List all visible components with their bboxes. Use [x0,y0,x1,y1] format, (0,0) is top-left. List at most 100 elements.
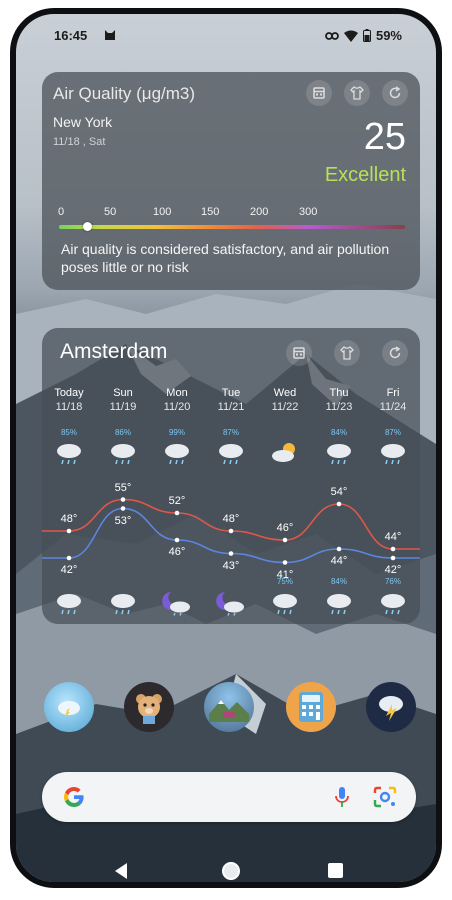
low-temp-line-point [282,560,288,565]
partly-cloudy-icon [272,443,295,462]
recents-button[interactable] [328,863,343,878]
weather-cloud-app-icon[interactable] [44,682,94,732]
night-icon-wrap [53,590,85,616]
shirt-icon [340,346,354,360]
navigation-bar [16,858,436,882]
google-search-bar[interactable] [42,772,416,822]
phone-frame: 16:45 59% Air Quality (μg/m3) New York 1… [10,8,442,888]
day-precip: 84% [330,428,347,437]
day-name: Tue [221,387,241,399]
day-precip: 85% [60,428,77,437]
air-quality-scale: 0 50 100 150 200 300 [58,206,408,220]
low-temp-label: 41° [276,568,294,581]
scale-tick: 200 [250,206,269,218]
air-quality-widget[interactable]: Air Quality (μg/m3) New York 11/18 , Sat… [42,72,420,290]
day-name: Thu [329,387,349,399]
high-temp-label: 48° [222,513,240,525]
high-temp-line-point [336,501,342,507]
weather-city: Amsterdam [60,340,168,363]
rain-icon [165,444,189,465]
day-date: 11/24 [379,401,407,413]
status-bar: 16:45 59% [16,28,436,46]
night-icon-wrap [377,590,409,616]
google-g-icon [64,787,84,807]
day-icon-wrap [323,440,355,466]
low-temp-line-point [228,551,234,556]
day-icon-wrap [161,440,193,466]
calendar-icon [293,347,305,359]
high-temp-label: 46° [276,522,294,534]
low-temp-label: 43° [222,559,240,572]
weather-forecast-widget[interactable]: Amsterdam Today 11/18 85% Sun 11/19 86% Mon 11/… [42,328,420,624]
low-temp-line-point [336,546,342,552]
calendar-button[interactable] [286,340,312,366]
rain-icon [381,594,405,615]
status-icons: 59% [325,28,402,43]
day-precip: 87% [222,428,239,437]
microphone-icon[interactable] [330,785,354,809]
day-precip: 99% [168,428,185,437]
air-quality-date: 11/18 , Sat [53,136,106,148]
low-temp-label: 42° [384,564,402,576]
day-icon-wrap [107,440,139,466]
rain-icon [111,444,135,465]
moon-cloud-icon [216,592,244,616]
day-name: Today [54,387,84,399]
refresh-button[interactable] [382,340,408,366]
refresh-button[interactable] [382,80,408,106]
night-icon-wrap [215,590,247,616]
high-temp-label: 55° [114,481,132,494]
forecast-day-4: Wed 11/22 [260,386,310,414]
scale-tick: 300 [299,206,318,218]
low-temp-line-point [66,555,72,561]
air-quality-marker [82,222,92,231]
day-date: 11/20 [163,401,191,413]
shirt-icon [350,86,364,100]
calendar-button[interactable] [306,80,332,106]
temperature-chart [42,497,420,565]
day-icon-wrap [377,440,409,466]
night-icon-wrap [269,590,301,616]
low-temp-line-point [174,537,180,543]
night-icon-wrap [323,590,355,616]
high-temp-line-point [120,497,126,502]
day-date: 11/19 [109,401,137,413]
thunderstorm-app-icon[interactable] [366,682,416,732]
battery-icon [362,29,371,42]
landscape-app-icon[interactable] [204,682,254,732]
lens-icon[interactable] [372,785,398,809]
rain-icon [327,594,351,615]
back-icon[interactable] [113,862,129,880]
day-icon-wrap [269,440,301,466]
rain-icon [111,594,135,615]
calculator-app-icon[interactable] [286,682,336,732]
home-button[interactable] [222,862,240,880]
scale-tick: 50 [104,206,117,218]
bear-app-icon[interactable] [124,682,174,732]
high-temp-label: 52° [168,495,186,507]
notification-cat-icon [105,30,115,40]
outfit-button[interactable] [334,340,360,366]
low-temp-label: 46° [168,546,186,558]
rain-icon [57,444,81,465]
outfit-button[interactable] [344,80,370,106]
forecast-day-0: Today 11/18 [44,386,94,414]
day-date: 11/23 [325,401,353,413]
rain-icon [219,444,243,465]
air-quality-value: 25 [363,116,406,158]
day-icon-wrap [53,440,85,466]
air-quality-city: New York [53,114,113,130]
home-screen: 16:45 59% Air Quality (μg/m3) New York 1… [16,14,436,882]
battery-percent: 59% [375,28,402,43]
low-temp-label: 44° [330,555,348,567]
high-temp-line-point [282,537,288,543]
air-quality-description: Air quality is considered satisfactory, … [61,241,390,275]
day-name: Sun [113,387,133,399]
high-temp-line-point [228,528,234,534]
day-date: 11/21 [217,401,245,413]
air-quality-gradient-bar [59,225,405,229]
night-icon-wrap [161,590,193,616]
refresh-icon [389,346,401,359]
air-quality-title: Air Quality (μg/m3) [53,84,196,103]
low-temp-line-point [120,506,126,511]
